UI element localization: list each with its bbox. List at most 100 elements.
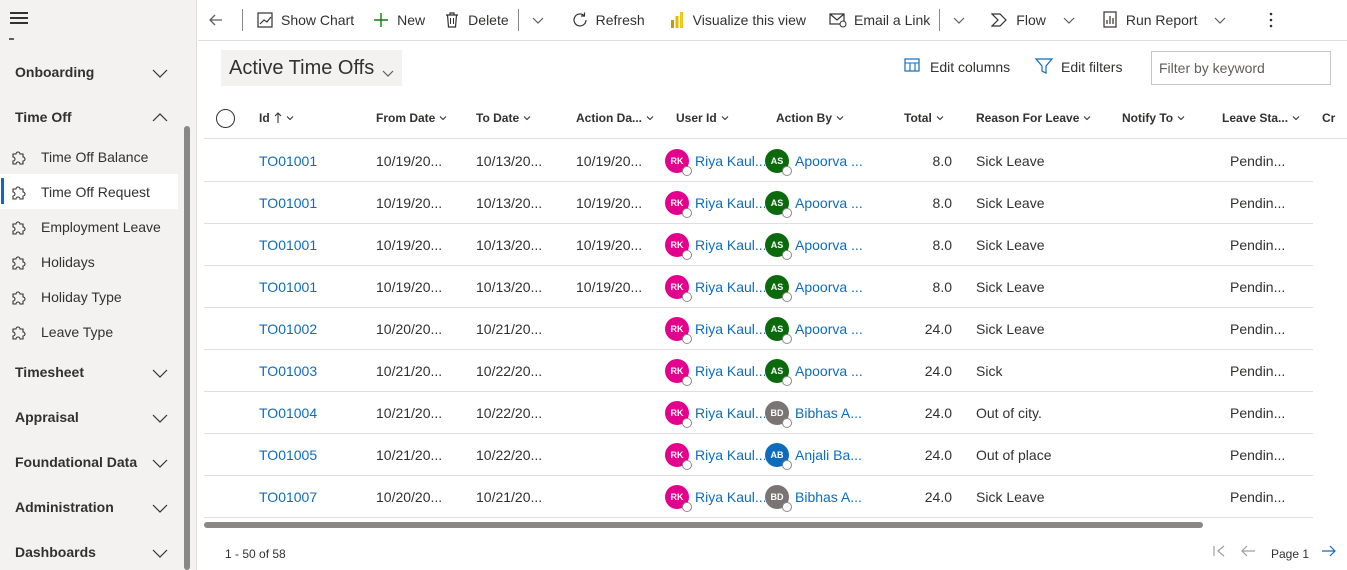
refresh-button[interactable]: Refresh — [557, 0, 654, 41]
flow-label: Flow — [1016, 12, 1046, 28]
record-id-link[interactable]: TO01001 — [259, 224, 369, 265]
sidebar-item-1[interactable]: Time Off Request — [0, 174, 178, 209]
edit-columns-button[interactable]: Edit columns — [904, 58, 1010, 76]
sidebar-group-4[interactable]: Foundational Data — [0, 444, 180, 480]
more-email-options-button[interactable] — [940, 0, 978, 41]
column-header-5[interactable]: Action By — [776, 97, 844, 139]
grid-header: Id From Date To Date Action Da... User Id Act… — [204, 97, 1347, 139]
sidebar-group-5[interactable]: Administration — [0, 489, 180, 525]
user-id-link[interactable]: RK Riya Kaul... — [665, 224, 765, 265]
sidebar-item-4[interactable]: Holiday Type — [0, 279, 178, 314]
from-date-cell: 10/20/20... — [376, 488, 443, 505]
table-row[interactable]: TO01002 10/20/20... 10/21/20... RK Riya Kaul… — [204, 308, 1313, 350]
user-id-link[interactable]: RK Riya Kaul... — [665, 476, 765, 517]
table-row[interactable]: TO01001 10/19/20... 10/13/20... 10/19/20...… — [204, 224, 1313, 266]
table-row[interactable]: TO01003 10/21/20... 10/22/20... RK Riya Kaul… — [204, 350, 1313, 392]
action-by-link[interactable]: BD Bibhas A... — [765, 476, 865, 517]
new-button[interactable]: New — [363, 0, 434, 41]
user-id-link[interactable]: RK Riya Kaul... — [665, 392, 765, 433]
reason-cell: Sick Leave — [976, 194, 1045, 211]
user-id-link[interactable]: RK Riya Kaul... — [665, 350, 765, 391]
user-id-link[interactable]: RK Riya Kaul... — [665, 308, 765, 349]
sidebar-group-3[interactable]: Appraisal — [0, 399, 180, 435]
first-page-button[interactable] — [1212, 544, 1226, 558]
record-id-link[interactable]: TO01002 — [259, 308, 369, 349]
email-link-button[interactable]: Email a Link — [815, 0, 939, 41]
action-by-link[interactable]: AS Apoorva ... — [765, 224, 865, 265]
edit-filters-button[interactable]: Edit filters — [1035, 58, 1122, 76]
column-header-6[interactable]: Total — [904, 97, 944, 139]
table-row[interactable]: TO01005 10/21/20... 10/22/20... RK Riya Kaul… — [204, 434, 1313, 476]
more-delete-options-button[interactable] — [519, 0, 557, 41]
back-button[interactable] — [198, 0, 242, 41]
action-by-link[interactable]: BD Bibhas A... — [765, 392, 865, 433]
user-id-link[interactable]: RK Riya Kaul... — [665, 434, 765, 475]
report-icon — [1101, 11, 1119, 29]
table-row[interactable]: TO01001 10/19/20... 10/13/20... 10/19/20...… — [204, 140, 1313, 182]
horizontal-scrollbar[interactable] — [204, 522, 1203, 528]
column-header-0[interactable]: Id — [259, 97, 294, 139]
avatar: BD — [765, 484, 792, 512]
action-by-link[interactable]: AB Anjali Ba... — [765, 434, 865, 475]
presence-status-icon — [682, 501, 692, 512]
sidebar-scrollbar[interactable] — [184, 126, 190, 570]
filter-by-keyword-field[interactable] — [1151, 51, 1331, 85]
record-id-link[interactable]: TO01005 — [259, 434, 369, 475]
table-row[interactable]: TO01004 10/21/20... 10/22/20... RK Riya Kaul… — [204, 392, 1313, 434]
chevron-down-icon — [382, 62, 394, 77]
action-by-link[interactable]: AS Apoorva ... — [765, 350, 865, 391]
next-page-button[interactable] — [1321, 544, 1337, 558]
trash-icon — [443, 11, 461, 29]
column-header-8[interactable]: Notify To — [1122, 97, 1185, 139]
column-header-10[interactable]: Cr — [1322, 97, 1335, 139]
record-id-link[interactable]: TO01001 — [259, 140, 369, 181]
record-id-link[interactable]: TO01004 — [259, 392, 369, 433]
reason-cell: Sick Leave — [976, 152, 1045, 169]
column-header-7[interactable]: Reason For Leave — [976, 97, 1091, 139]
sidebar-group-2[interactable]: Timesheet — [0, 354, 180, 390]
column-header-label: Action By — [776, 111, 833, 125]
sidebar-item-3[interactable]: Holidays — [0, 244, 178, 279]
user-id-link[interactable]: RK Riya Kaul... — [665, 182, 765, 223]
record-id-link[interactable]: TO01003 — [259, 350, 369, 391]
record-id-link[interactable]: TO01001 — [259, 182, 369, 223]
sidebar-item-5[interactable]: Leave Type — [0, 314, 178, 349]
sidebar-group-1[interactable]: Time Off — [0, 99, 180, 135]
delete-button[interactable]: Delete — [434, 0, 517, 41]
view-selector[interactable]: Active Time Offs — [221, 50, 403, 86]
column-header-3[interactable]: Action Da... — [576, 97, 654, 139]
sidebar-group-0[interactable]: Onboarding — [0, 54, 180, 90]
user-id-link[interactable]: RK Riya Kaul... — [665, 140, 765, 181]
presence-status-icon — [682, 207, 692, 218]
visualize-button[interactable]: Visualize this view — [654, 0, 815, 41]
sidebar-item-label: Employment Leave — [41, 218, 161, 235]
action-by-link[interactable]: AS Apoorva ... — [765, 308, 865, 349]
filter-input[interactable] — [1159, 60, 1323, 76]
run-report-button[interactable]: Run Report — [1087, 0, 1239, 41]
filter-icon — [1035, 58, 1053, 76]
column-header-4[interactable]: User Id — [676, 97, 729, 139]
action-by-link[interactable]: AS Apoorva ... — [765, 266, 865, 307]
column-header-9[interactable]: Leave Sta... — [1222, 97, 1300, 139]
sidebar-item-2[interactable]: Employment Leave — [0, 209, 178, 244]
more-commands-button[interactable] — [1238, 0, 1296, 41]
show-chart-button[interactable]: Show Chart — [243, 0, 363, 41]
table-row[interactable]: TO01001 10/19/20... 10/13/20... 10/19/20...… — [204, 266, 1313, 308]
record-id-link[interactable]: TO01001 — [259, 266, 369, 307]
hamburger-menu-icon[interactable] — [10, 12, 28, 26]
previous-page-button[interactable] — [1240, 544, 1256, 558]
table-row[interactable]: TO01007 10/20/20... 10/21/20... RK Riya Kaul… — [204, 476, 1313, 518]
sidebar-item-0[interactable]: Time Off Balance — [0, 139, 178, 174]
user-id-link[interactable]: RK Riya Kaul... — [665, 266, 765, 307]
sidebar-group-6[interactable]: Dashboards — [0, 534, 180, 570]
table-row[interactable]: TO01001 10/19/20... 10/13/20... 10/19/20...… — [204, 182, 1313, 224]
column-header-1[interactable]: From Date — [376, 97, 447, 139]
column-header-2[interactable]: To Date — [476, 97, 531, 139]
action-by-link[interactable]: AS Apoorva ... — [765, 140, 865, 181]
action-by-link[interactable]: AS Apoorva ... — [765, 182, 865, 223]
select-all-toggle[interactable] — [216, 109, 235, 128]
total-cell: 8.0 — [932, 236, 952, 253]
flow-button[interactable]: Flow — [978, 0, 1087, 41]
sidebar-group-label: Dashboards — [15, 544, 96, 560]
record-id-link[interactable]: TO01007 — [259, 476, 369, 517]
